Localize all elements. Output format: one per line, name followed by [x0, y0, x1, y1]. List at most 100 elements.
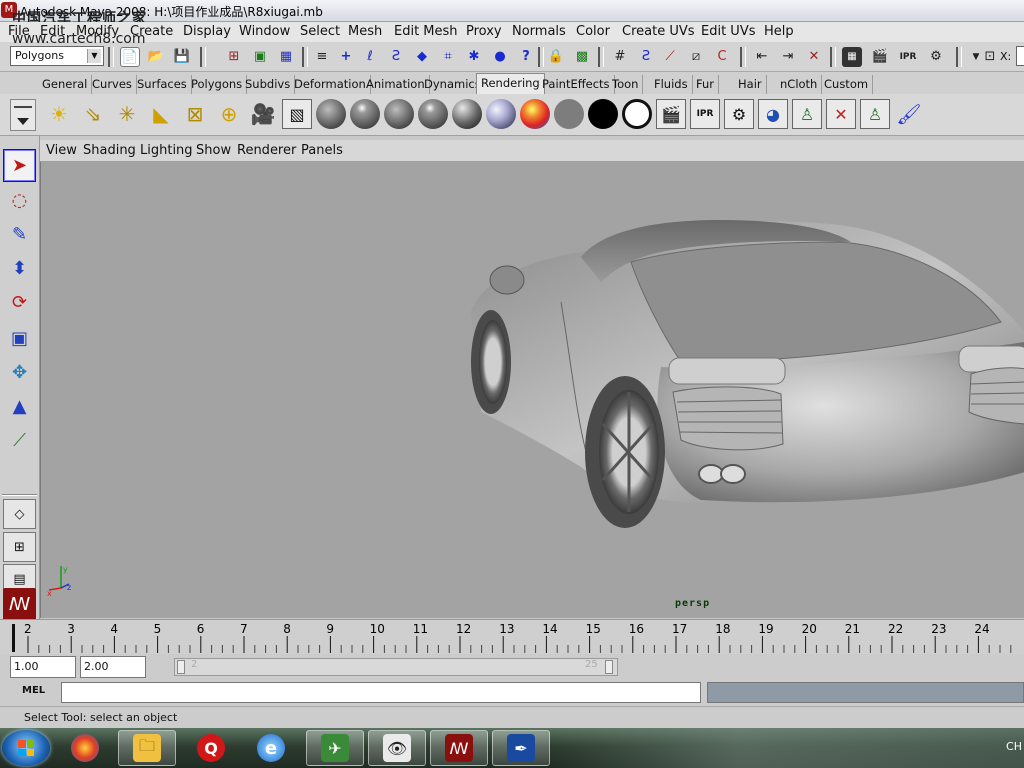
shelf-menu-button[interactable]	[10, 99, 36, 131]
scale-tool-icon[interactable]: ▣	[3, 322, 36, 355]
tab-deformation[interactable]: Deformation	[290, 75, 371, 94]
snap-to-points-icon[interactable]: ⟋	[660, 47, 680, 67]
select-dynamics-icon[interactable]: ✱	[464, 47, 484, 67]
snap-to-view-planes-icon[interactable]: ⧄	[686, 47, 706, 67]
soft-modification-icon[interactable]: ▲	[3, 390, 36, 423]
lambert-material-icon[interactable]	[314, 97, 348, 131]
hypershade-icon[interactable]: ▧	[280, 97, 314, 131]
tab-fluids[interactable]: Fluids	[650, 75, 693, 94]
highlight-selection-icon[interactable]: ▩	[572, 47, 592, 67]
menu-help[interactable]: Help	[764, 24, 794, 39]
select-joints-icon[interactable]: ℓ	[360, 47, 380, 67]
ambient-light-icon[interactable]: ☀	[42, 97, 76, 131]
tab-fur[interactable]: Fur	[692, 75, 720, 94]
tab-rendering[interactable]: Rendering	[476, 73, 545, 94]
range-start-handle[interactable]	[177, 660, 185, 674]
taskbar-colorball-app[interactable]	[56, 730, 114, 766]
tab-ncloth[interactable]: nCloth	[776, 75, 823, 94]
select-by-component-icon[interactable]: ▦	[276, 47, 296, 67]
show-manipulator-icon[interactable]: ⟋	[3, 424, 36, 457]
tab-subdivs[interactable]: Subdivs	[241, 75, 296, 94]
shading-map-icon[interactable]	[552, 97, 586, 131]
tab-toon[interactable]: Toon	[608, 75, 644, 94]
maya-logo-icon[interactable]: ꟿ	[3, 588, 36, 621]
save-scene-icon[interactable]: 💾	[172, 47, 192, 67]
universal-manipulator-icon[interactable]: ✥	[3, 356, 36, 389]
panel-menu-panels[interactable]: Panels	[301, 143, 343, 158]
panel-menu-renderer[interactable]: Renderer	[237, 143, 296, 158]
single-perspective-layout-icon[interactable]: ◇	[3, 499, 36, 529]
menu-edit-mesh[interactable]: Edit Mesh	[394, 24, 458, 39]
area-light-icon[interactable]: ⊠	[178, 97, 212, 131]
lock-selection-icon[interactable]: 🔒	[546, 47, 566, 67]
menu-set-dropdown[interactable]: Polygons ▼	[10, 46, 104, 66]
mel-command-input[interactable]	[61, 682, 701, 703]
batch-render-icon[interactable]: ♙	[790, 97, 824, 131]
taskbar-maya[interactable]: ꟿ	[430, 730, 488, 766]
taskbar-image-viewer[interactable]: 👁	[368, 730, 426, 766]
output-connections-icon[interactable]: ⇥	[778, 47, 798, 67]
menu-display[interactable]: Display	[183, 24, 231, 39]
current-frame-marker[interactable]	[12, 624, 15, 652]
phonge-material-icon[interactable]	[416, 97, 450, 131]
directional-light-icon[interactable]: ⇘	[76, 97, 110, 131]
render-icon[interactable]: 🎬	[654, 97, 688, 131]
tab-surfaces[interactable]: Surfaces	[133, 75, 192, 94]
layered-shader-icon[interactable]	[484, 97, 518, 131]
panel-menu-show[interactable]: Show	[196, 143, 231, 158]
taskbar-im-client[interactable]: ✈	[306, 730, 364, 766]
ramp-shader-icon[interactable]	[518, 97, 552, 131]
taskbar-internet-explorer[interactable]: e	[242, 730, 300, 766]
render-view-shelf-icon[interactable]: ◕	[756, 97, 790, 131]
tab-hair[interactable]: Hair	[734, 75, 767, 94]
select-surfaces-icon[interactable]: ◆	[412, 47, 432, 67]
ipr-render-shelf-icon[interactable]: IPR	[688, 97, 722, 131]
tab-polygons[interactable]: Polygons	[187, 75, 248, 94]
phong-material-icon[interactable]	[382, 97, 416, 131]
menu-select[interactable]: Select	[300, 24, 340, 39]
volume-light-icon[interactable]: ⊕	[212, 97, 246, 131]
time-slider[interactable]: 2 3 4 5 6 7 8 9 10 11 12 13 14 15 16 17 18 19 20 21 22 23 24	[0, 619, 1024, 654]
playback-start-field[interactable]: 2.00	[80, 656, 146, 678]
taskbar-explorer[interactable]: 🗀	[118, 730, 176, 766]
render-view-icon[interactable]: ▦	[842, 47, 862, 67]
select-rendering-icon[interactable]: ●	[490, 47, 510, 67]
menu-edit-uvs[interactable]: Edit UVs	[701, 24, 756, 39]
ipr-render-icon[interactable]: IPR	[898, 47, 918, 67]
rotate-tool-icon[interactable]: ⟳	[3, 286, 36, 319]
construction-history-icon[interactable]: ✕	[804, 47, 824, 67]
select-deformations-icon[interactable]: ⌗	[438, 47, 458, 67]
mask-menu-icon[interactable]: ≡	[312, 47, 332, 67]
animation-start-field[interactable]: 1.00	[10, 656, 76, 678]
show-batch-render-icon[interactable]: ♙	[858, 97, 892, 131]
input-connections-icon[interactable]: ⇤	[752, 47, 772, 67]
point-light-icon[interactable]: ✳	[110, 97, 144, 131]
select-handles-icon[interactable]: +	[336, 47, 356, 67]
taskbar-photoshop[interactable]: ✒	[492, 730, 550, 766]
select-by-object-type-icon[interactable]: ▣	[250, 47, 270, 67]
anisotropic-material-icon[interactable]	[450, 97, 484, 131]
move-tool-icon[interactable]: ⬍	[3, 252, 36, 285]
select-misc-icon[interactable]: ?	[516, 47, 536, 67]
relative-transform-icon[interactable]: ⊡	[980, 47, 1000, 67]
select-curves-icon[interactable]: Ƨ	[386, 47, 406, 67]
tab-custom[interactable]: Custom	[820, 75, 874, 94]
make-live-icon[interactable]: C	[712, 47, 732, 67]
surface-shader-icon[interactable]	[586, 97, 620, 131]
range-end-handle[interactable]	[605, 660, 613, 674]
panel-menu-view[interactable]: View	[46, 143, 77, 158]
select-tool-icon[interactable]: ➤	[3, 149, 36, 182]
tab-general[interactable]: General	[38, 75, 93, 94]
x-input[interactable]	[1016, 46, 1024, 66]
menu-create-uvs[interactable]: Create UVs	[622, 24, 695, 39]
tab-painteffects[interactable]: PaintEffects	[538, 75, 615, 94]
render-settings-shelf-icon[interactable]: ⚙	[722, 97, 756, 131]
select-by-hierarchy-icon[interactable]: ⊞	[224, 47, 244, 67]
menu-window[interactable]: Window	[239, 24, 290, 39]
input-language-indicator[interactable]: CH	[1006, 740, 1022, 753]
render-current-frame-icon[interactable]: 🎬	[870, 47, 890, 67]
four-view-layout-icon[interactable]: ⊞	[3, 532, 36, 562]
open-scene-icon[interactable]: 📂	[146, 47, 166, 67]
command-language-label[interactable]: MEL	[22, 685, 45, 696]
menu-proxy[interactable]: Proxy	[466, 24, 502, 39]
